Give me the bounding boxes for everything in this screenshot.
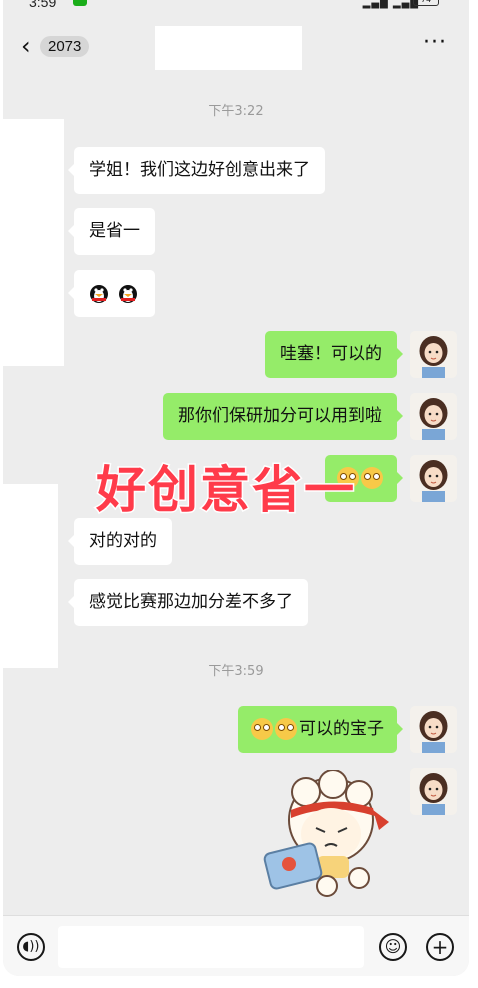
smile-emoji-icon: [251, 718, 273, 740]
battery-icon: 74: [413, 0, 439, 6]
chat-title-redacted: [155, 26, 302, 70]
timestamp: 下午3:59: [208, 664, 264, 679]
my-avatar[interactable]: [410, 706, 457, 753]
message-bubble-emoji[interactable]: [67, 270, 156, 317]
more-notifications-icon: ···: [95, 0, 108, 6]
girl-avatar-icon: [419, 773, 448, 815]
girl-avatar-icon: [419, 460, 448, 502]
timestamp: 下午3:22: [208, 104, 264, 119]
sheep-with-tablet-sticker[interactable]: [261, 770, 397, 902]
smile-emoji-icon: [275, 718, 297, 740]
redacted-avatar-area: [3, 119, 64, 366]
message-bubble[interactable]: 是省一: [68, 208, 155, 255]
my-avatar[interactable]: [410, 331, 457, 378]
message-input[interactable]: [58, 926, 364, 968]
message-bubble[interactable]: 可以的宝子: [238, 706, 403, 753]
signal-icon: ▂▄▆ ▂▄▆: [362, 0, 419, 9]
my-avatar[interactable]: [410, 768, 457, 815]
more-options-icon[interactable]: ···: [423, 30, 447, 55]
message-bubble[interactable]: 那你们保研加分可以用到啦: [163, 393, 403, 440]
penguin-emoji-icon: [119, 285, 138, 303]
message-bubble[interactable]: 对的对的: [68, 518, 172, 565]
wechat-notification-icon: [73, 0, 87, 6]
girl-avatar-icon: [419, 336, 448, 378]
girl-avatar-icon: [419, 711, 448, 753]
message-text: 可以的宝子: [299, 719, 384, 739]
my-avatar[interactable]: [410, 455, 457, 502]
status-time: 3:59: [29, 0, 57, 10]
emoji-icon[interactable]: ☺: [379, 933, 407, 961]
unread-count-badge[interactable]: 2073: [40, 36, 90, 57]
back-arrow-icon[interactable]: ‹: [21, 34, 31, 58]
smile-emoji-icon: [361, 467, 383, 489]
voice-icon[interactable]: ◖)): [17, 933, 45, 961]
chat-screen: 3:59 ··· ▂▄▆ ▂▄▆ 74 ‹ 2073 ··· 下午3:22 学姐…: [3, 0, 469, 976]
girl-avatar-icon: [419, 398, 448, 440]
redacted-avatar-area: [3, 484, 58, 668]
chat-header: ‹ 2073 ···: [3, 14, 469, 76]
plus-icon[interactable]: +: [426, 933, 454, 961]
overlay-caption: 好创意省一: [95, 460, 356, 521]
message-bubble[interactable]: 学姐！我们这边好创意出来了: [68, 147, 325, 194]
my-avatar[interactable]: [410, 393, 457, 440]
status-bar: 3:59 ··· ▂▄▆ ▂▄▆ 74: [3, 0, 469, 14]
message-bubble[interactable]: 感觉比赛那边加分差不多了: [68, 579, 308, 626]
message-bubble[interactable]: 哇塞！可以的: [265, 331, 403, 378]
input-toolbar: ◖)) ☺ +: [3, 915, 469, 976]
penguin-emoji-icon: [90, 285, 108, 303]
